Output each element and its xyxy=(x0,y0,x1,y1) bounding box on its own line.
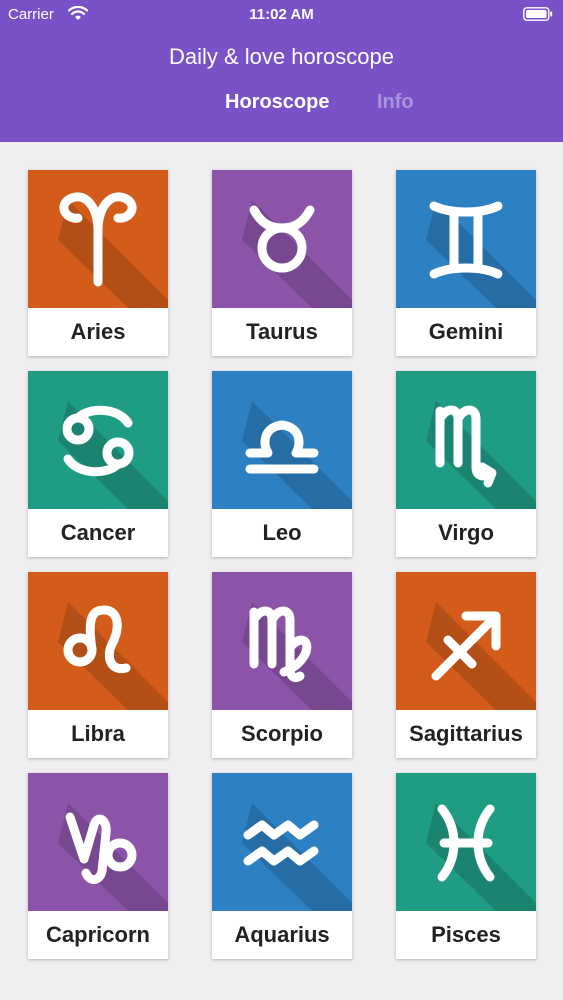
sign-card-aries[interactable]: Aries xyxy=(28,170,168,356)
sign-tile xyxy=(212,572,352,710)
sign-label: Capricorn xyxy=(46,922,150,947)
sign-tile xyxy=(28,572,168,710)
sign-tile xyxy=(396,170,536,308)
sign-tile xyxy=(28,773,168,911)
sign-card-capricorn[interactable]: Capricorn xyxy=(28,773,168,959)
sign-label: Aries xyxy=(70,319,126,344)
tab-info[interactable]: Info xyxy=(377,91,414,114)
sign-label: Cancer xyxy=(60,520,136,545)
sagittarius-icon xyxy=(426,602,536,710)
sign-label: Gemini xyxy=(428,319,504,344)
taurus-icon xyxy=(242,200,352,308)
sign-tile xyxy=(212,371,352,509)
sign-label: Leo xyxy=(262,520,302,545)
app-header: Carrier 11:02 AM Daily & love horoscope … xyxy=(0,0,563,142)
status-bar: Carrier 11:02 AM xyxy=(0,0,563,32)
sign-tile xyxy=(28,170,168,308)
app-title: Daily & love horoscope xyxy=(168,44,394,69)
aries-icon xyxy=(58,192,168,308)
sign-label: Aquarius xyxy=(234,922,330,947)
virgo-symbol-icon xyxy=(242,602,352,710)
sign-label: Scorpio xyxy=(241,721,323,746)
pisces-icon xyxy=(426,803,536,911)
tab-bar: Horoscope Info xyxy=(0,91,563,119)
sign-label: Libra xyxy=(71,721,125,746)
sign-tile xyxy=(396,773,536,911)
tab-horoscope[interactable]: Horoscope xyxy=(225,91,329,114)
sign-card-scorpio[interactable]: Scorpio xyxy=(212,572,352,758)
sign-tile xyxy=(396,371,536,509)
cancer-icon xyxy=(58,401,168,509)
sign-label: Taurus xyxy=(246,319,318,344)
zodiac-grid: Aries Taurus Gemini Cancer Leo Virgo Libra Scor… xyxy=(0,142,563,1000)
sign-tile xyxy=(212,773,352,911)
leo-symbol-icon xyxy=(58,602,168,710)
gemini-icon xyxy=(426,200,536,308)
sign-tile xyxy=(396,572,536,710)
sign-card-cancer[interactable]: Cancer xyxy=(28,371,168,557)
sign-card-taurus[interactable]: Taurus xyxy=(212,170,352,356)
sign-tile xyxy=(28,371,168,509)
sign-tile xyxy=(212,170,352,308)
sign-card-sagittarius[interactable]: Sagittarius xyxy=(396,572,536,758)
battery-icon xyxy=(523,7,553,21)
scorpio-symbol-icon xyxy=(426,401,536,509)
status-time: 11:02 AM xyxy=(249,6,314,23)
libra-symbol-icon xyxy=(242,401,352,509)
sign-card-pisces[interactable]: Pisces xyxy=(396,773,536,959)
sign-card-gemini[interactable]: Gemini xyxy=(396,170,536,356)
sign-label: Pisces xyxy=(431,922,501,947)
sign-card-aquarius[interactable]: Aquarius xyxy=(212,773,352,959)
capricorn-icon xyxy=(58,803,168,911)
sign-card-libra[interactable]: Libra xyxy=(28,572,168,758)
sign-label: Virgo xyxy=(438,520,494,545)
sign-card-leo[interactable]: Leo xyxy=(212,371,352,557)
aquarius-icon xyxy=(242,803,352,911)
sign-label: Sagittarius xyxy=(409,721,523,746)
sign-card-virgo[interactable]: Virgo xyxy=(396,371,536,557)
